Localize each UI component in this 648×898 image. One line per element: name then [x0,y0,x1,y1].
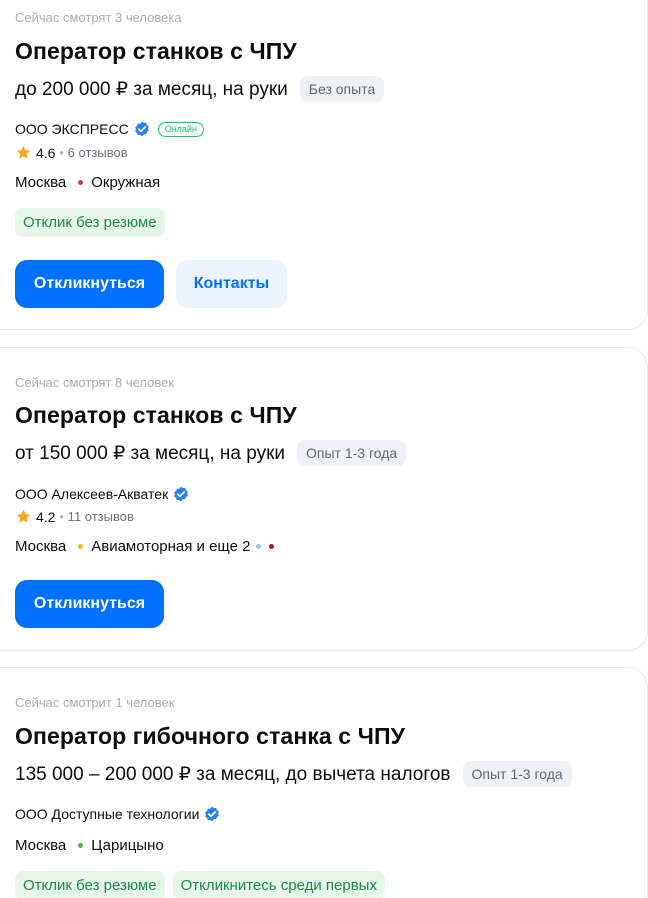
vacancy-title[interactable]: Оператор станков с ЧПУ [15,38,297,65]
metro-station: Царицыно [91,837,164,854]
reviews-count: 11 отзывов [67,509,134,524]
star-icon [16,509,31,523]
vacancy-title[interactable]: Оператор гибочного станка с ЧПУ [15,723,405,750]
rating-value: 4.2 [36,508,56,525]
online-badge: Онлайн [157,121,204,137]
company-name[interactable]: ООО Алексеев-Акватек [15,486,168,502]
salary: 135 000 – 200 000 ₽ за месяц, до вычета … [15,763,451,785]
actions: Откликнуться [15,580,164,628]
company-row: ООО Алексеев-Акватек [15,486,189,502]
metro-line-dot [256,544,262,549]
salary: до 200 000 ₽ за месяц, на руки [15,78,288,100]
vacancy-card[interactable]: Сейчас смотрят 8 человек Оператор станко… [0,347,648,651]
respond-button[interactable]: Откликнуться [15,260,164,308]
contacts-button[interactable]: Контакты [176,260,287,308]
vacancy-card[interactable]: Сейчас смотрят 3 человека Оператор станк… [0,0,648,330]
separator-dot: • [59,509,64,524]
metro-station: Окружная [91,174,161,191]
company-row: ООО Доступные технологии [15,806,220,822]
company-name[interactable]: ООО Доступные технологии [15,806,199,822]
viewers-count: Сейчас смотрят 3 человека [15,10,182,25]
metro-line-dot [269,544,275,549]
location-row: Москва Авиамоторная и еще 2 [15,538,278,555]
experience-badge: Опыт 1-3 года [297,440,407,466]
salary-row: от 150 000 ₽ за месяц, на руки Опыт 1-3 … [15,440,407,466]
viewers-count: Сейчас смотрит 1 человек [15,695,175,710]
actions: Откликнуться Контакты [15,260,287,308]
city: Москва [15,837,67,854]
city: Москва [15,174,67,191]
respond-button[interactable]: Откликнуться [15,580,164,628]
reviews-count: 6 отзывов [67,145,128,160]
salary-row: до 200 000 ₽ за месяц, на руки Без опыта [15,76,385,102]
location-row: Москва Царицыно [15,837,164,854]
no-resume-tag: Отклик без резюме [15,871,165,898]
metro-line-dot [78,843,84,848]
metro-line-dot [78,180,84,185]
respond-first-tag: Откликнитесь среди первых [172,871,385,898]
verified-check-icon [205,806,220,822]
rating-row[interactable]: 4.6 • 6 отзывов [15,144,128,161]
location-row: Москва Окружная [15,174,160,191]
rating-value: 4.6 [36,144,56,161]
metro-line-dot [78,544,84,549]
verified-check-icon [134,121,149,137]
rating-row[interactable]: 4.2 • 11 отзывов [15,508,134,525]
vacancy-title[interactable]: Оператор станков с ЧПУ [15,402,297,429]
tags-row: Отклик без резюме Откликнитесь среди пер… [15,871,385,898]
vacancy-card[interactable]: Сейчас смотрит 1 человек Оператор гибочн… [0,667,648,898]
experience-badge: Опыт 1-3 года [462,761,572,787]
verified-check-icon [174,486,189,502]
salary-row: 135 000 – 200 000 ₽ за месяц, до вычета … [15,761,572,787]
separator-dot: • [59,145,64,160]
metro-station: Авиамоторная и еще 2 [91,538,251,555]
salary: от 150 000 ₽ за месяц, на руки [15,442,285,464]
company-name[interactable]: ООО ЭКСПРЕСС [15,121,129,137]
city: Москва [15,538,67,555]
no-resume-tag: Отклик без резюме [15,208,165,237]
star-icon [16,145,31,159]
viewers-count: Сейчас смотрят 8 человек [15,375,175,390]
company-row: ООО ЭКСПРЕСС Онлайн [15,121,204,137]
tags-row: Отклик без резюме [15,208,165,237]
experience-badge: Без опыта [299,76,385,102]
